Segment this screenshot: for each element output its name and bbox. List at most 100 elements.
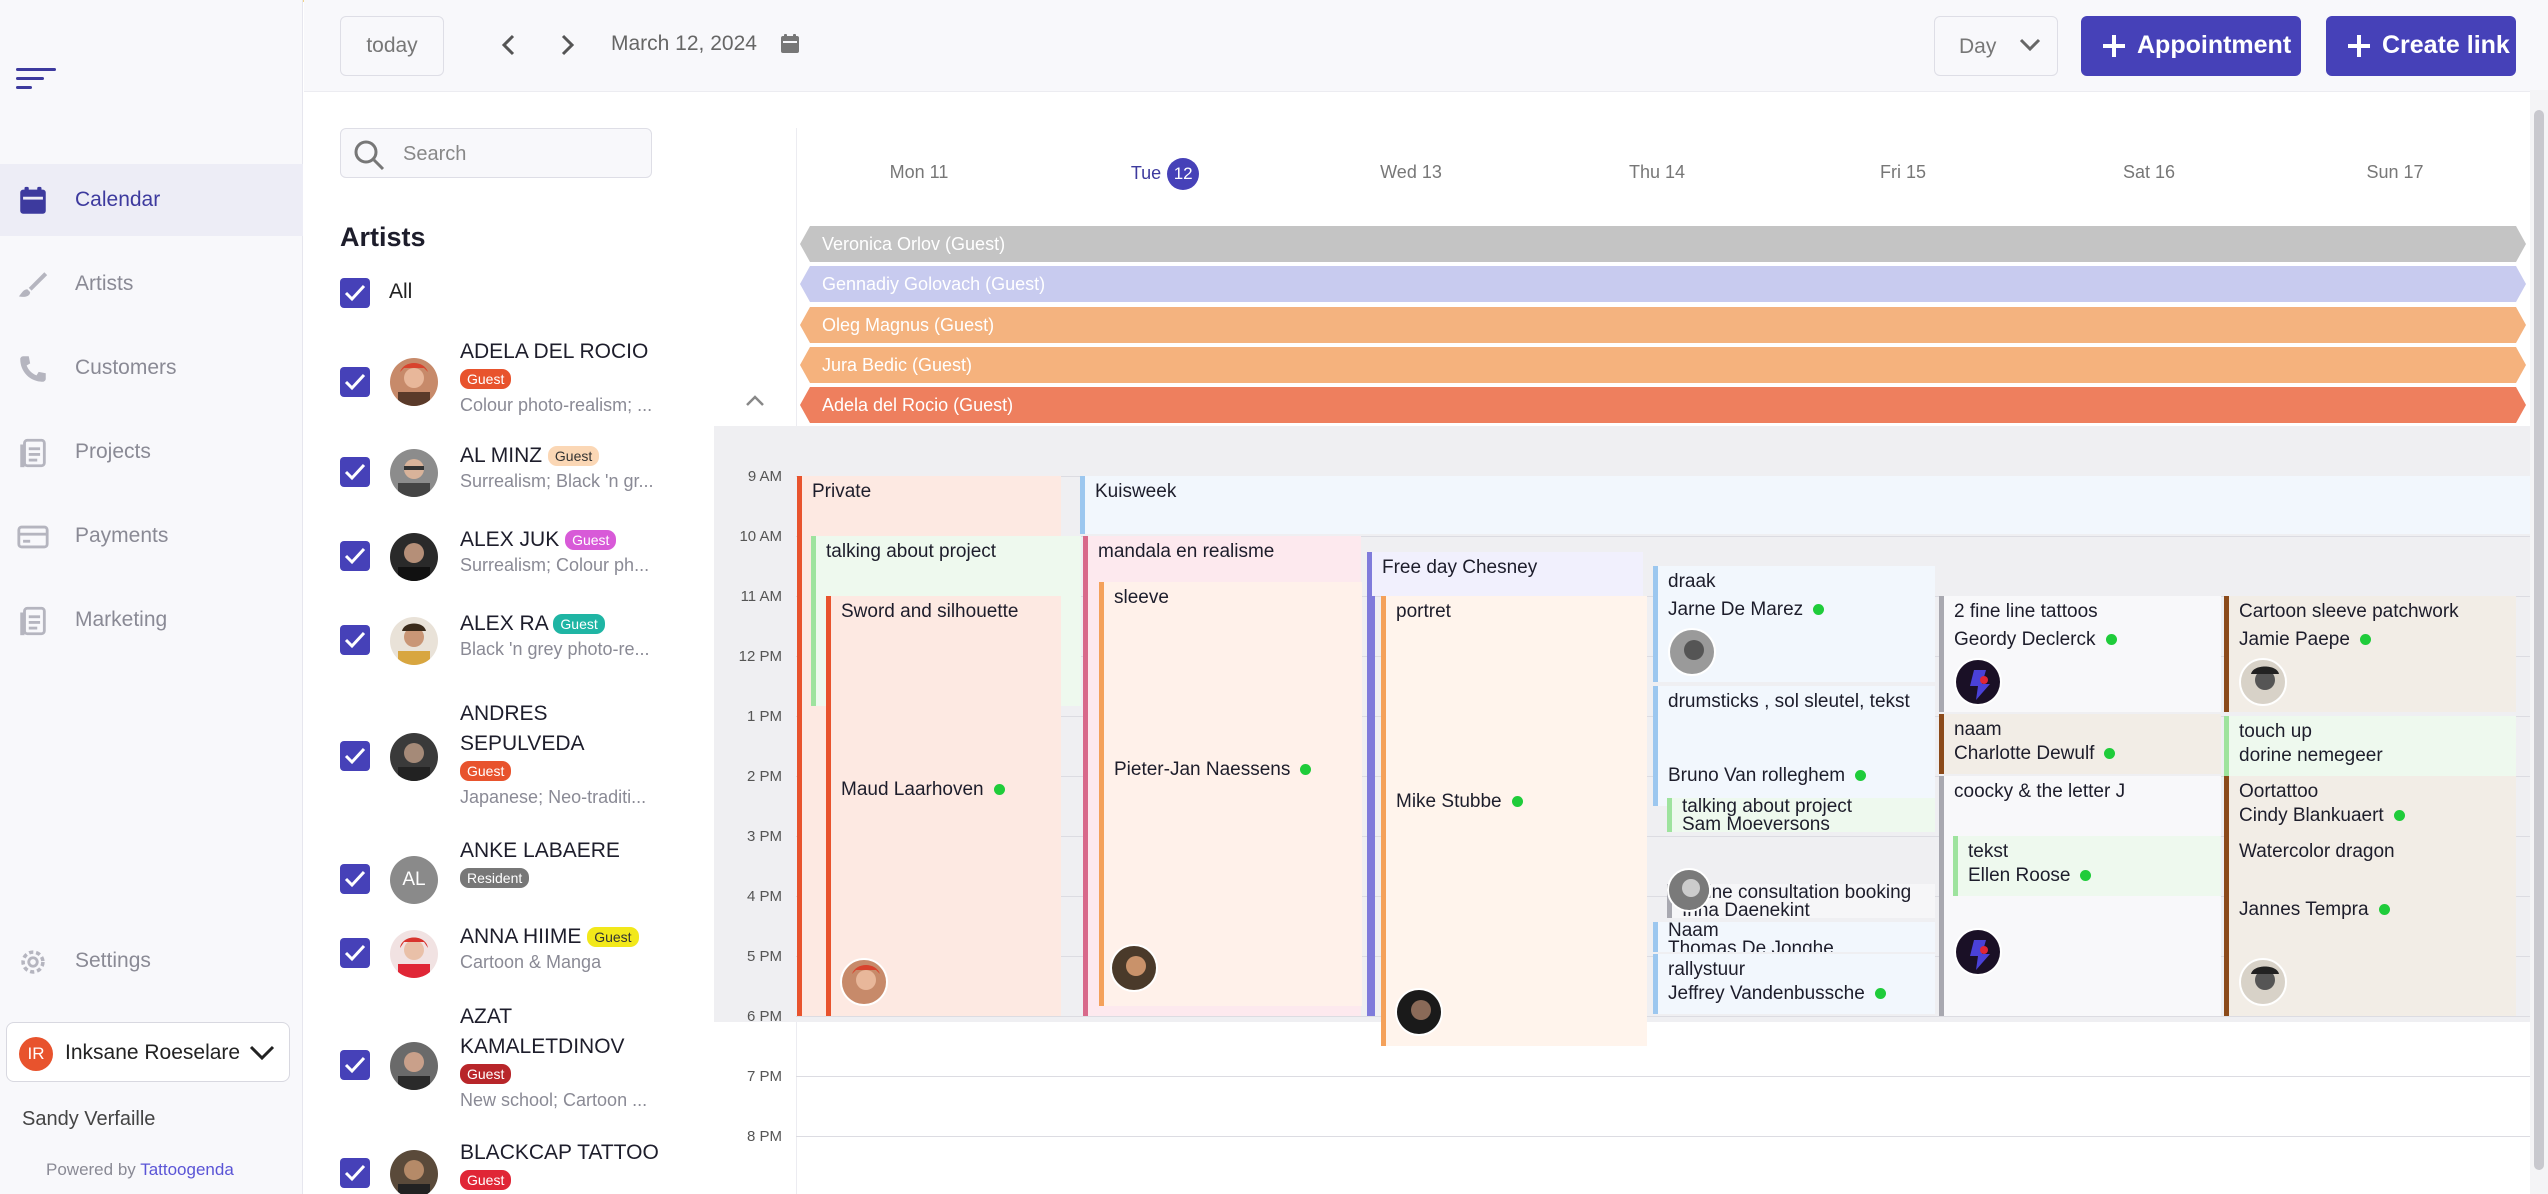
all-day-event[interactable]: Jura Bedic (Guest) bbox=[800, 347, 2526, 383]
sidebar-item-artists[interactable]: Artists bbox=[0, 248, 303, 320]
time-label: 6 PM bbox=[746, 1008, 782, 1025]
artist-checkbox[interactable] bbox=[340, 1158, 370, 1188]
all-day-event[interactable]: Adela del Rocio (Guest) bbox=[800, 387, 2526, 423]
chevron-right-icon[interactable] bbox=[552, 30, 582, 60]
sidebar-item-calendar[interactable]: Calendar bbox=[0, 164, 303, 236]
chevron-down-icon bbox=[249, 1045, 275, 1061]
event-oortattoo[interactable]: Oortattoo Cindy Blankuaert bbox=[2224, 776, 2516, 836]
sidebar-item-label: Calendar bbox=[75, 188, 161, 211]
search-input[interactable] bbox=[403, 139, 633, 169]
view-select[interactable]: Day bbox=[1934, 16, 2058, 76]
event-coocky[interactable]: coocky & the letter J bbox=[1939, 776, 2221, 1016]
artist-name: ADELA DEL ROCIO bbox=[460, 340, 649, 363]
day-header[interactable]: Sun 17 bbox=[2272, 162, 2518, 183]
artist-name: ALEX JUK Guest bbox=[460, 525, 617, 554]
event-talking-about-project[interactable]: talking about project Sam Moeversons bbox=[1667, 798, 1935, 832]
artist-filter-panel: Artists All ADELA DEL ROCIO Guest Colour… bbox=[304, 92, 714, 1194]
sidebar-item-customers[interactable]: Customers bbox=[0, 332, 303, 404]
status-dot bbox=[1511, 796, 1523, 808]
artist-checkbox[interactable] bbox=[340, 938, 370, 968]
all-label: All bbox=[389, 280, 413, 303]
studio-avatar: IR bbox=[19, 1037, 53, 1071]
studio-select[interactable]: IR Inksane Roeselare bbox=[6, 1022, 290, 1082]
status-dot bbox=[2080, 870, 2092, 882]
brand-link[interactable]: Tattoogenda bbox=[140, 1160, 234, 1179]
day-header[interactable]: Mon 11 bbox=[796, 162, 1042, 183]
sidebar-item-payments[interactable]: Payments bbox=[0, 500, 303, 572]
week-calendar: Mon 11 Tue 12 Wed 13 Thu 14 Fri 15 Sat 16… bbox=[714, 92, 2548, 1194]
checkbox-all[interactable] bbox=[340, 278, 370, 308]
avatar bbox=[1667, 868, 1711, 912]
current-date[interactable]: March 12, 2024 bbox=[611, 32, 757, 56]
artist-name: SEPULVEDA bbox=[460, 732, 585, 755]
create-link-button[interactable]: Create link bbox=[2326, 16, 2516, 76]
event-kuisweek[interactable]: Kuisweek bbox=[1080, 476, 2546, 534]
avatar bbox=[1954, 658, 2002, 706]
all-day-event[interactable]: Veronica Orlov (Guest) bbox=[800, 226, 2526, 262]
avatar bbox=[390, 533, 438, 581]
artist-badge: Guest bbox=[460, 1170, 512, 1190]
top-toolbar: today March 12, 2024 Day Appointment Cre… bbox=[304, 0, 2548, 92]
day-header[interactable]: Wed 13 bbox=[1288, 162, 1534, 183]
artist-name: ANDRES bbox=[460, 702, 548, 725]
status-dot bbox=[1874, 988, 1886, 1000]
card-icon bbox=[17, 525, 49, 549]
avatar bbox=[2239, 958, 2287, 1006]
avatar: AL bbox=[390, 856, 438, 904]
day-header[interactable]: Sat 16 bbox=[2026, 162, 2272, 183]
calendar-picker-icon[interactable] bbox=[778, 32, 802, 56]
event-sword-and-silhouette[interactable]: Sword and silhouette Maud Laarhoven bbox=[826, 596, 1061, 1016]
menu-toggle-icon[interactable] bbox=[16, 68, 56, 92]
event-free-day[interactable]: Free day Chesney bbox=[1367, 552, 1643, 596]
event-rallystuur[interactable]: rallystuur Jeffrey Vandenbussche bbox=[1653, 954, 1935, 1014]
artist-checkbox[interactable] bbox=[340, 625, 370, 655]
artist-name: ANNA HIIME Guest bbox=[460, 922, 639, 951]
artist-checkbox[interactable] bbox=[340, 367, 370, 397]
check-icon bbox=[344, 1164, 366, 1182]
phone-icon bbox=[20, 356, 46, 382]
artist-badge: Guest bbox=[460, 761, 512, 781]
collapse-all-day-icon[interactable] bbox=[744, 394, 766, 408]
avatar bbox=[1110, 944, 1158, 992]
scrollbar-thumb[interactable] bbox=[2534, 110, 2544, 1170]
artist-checkbox[interactable] bbox=[340, 741, 370, 771]
event-drumsticks[interactable]: drumsticks , sol sleutel, tekst Bruno Va… bbox=[1653, 686, 1935, 806]
day-header-today[interactable]: Tue 12 bbox=[1042, 158, 1288, 190]
chevron-left-icon[interactable] bbox=[494, 30, 524, 60]
artist-checkbox[interactable] bbox=[340, 864, 370, 894]
status-dot bbox=[993, 784, 1005, 796]
artist-checkbox[interactable] bbox=[340, 1050, 370, 1080]
event-portret[interactable]: portret Mike Stubbe bbox=[1381, 596, 1647, 1046]
event-sleeve[interactable]: sleeve Pieter-Jan Naessens bbox=[1099, 582, 1362, 1006]
artist-styles: Black 'n grey photo-re... bbox=[460, 639, 650, 659]
check-icon bbox=[344, 463, 366, 481]
event-tekst[interactable]: tekst Ellen Roose bbox=[1953, 836, 2221, 896]
powered-by: Powered by Tattoogenda bbox=[46, 1160, 234, 1179]
view-select-value: Day bbox=[1959, 35, 1997, 58]
day-header[interactable]: Fri 15 bbox=[1780, 162, 2026, 183]
artist-badge: Guest bbox=[587, 927, 639, 948]
chevron-down-icon bbox=[2019, 38, 2041, 52]
event-touch-up[interactable]: touch up dorine nemegeer bbox=[2224, 716, 2516, 776]
day-header[interactable]: Thu 14 bbox=[1534, 162, 1780, 183]
all-day-event[interactable]: Gennadiy Golovach (Guest) bbox=[800, 266, 2526, 302]
page-scrollbar[interactable] bbox=[2530, 90, 2548, 1194]
event-naam[interactable]: Naam Thomas De Jonghe bbox=[1653, 922, 1935, 952]
all-day-event[interactable]: Oleg Magnus (Guest) bbox=[800, 307, 2526, 343]
today-button[interactable]: today bbox=[340, 16, 444, 76]
check-icon bbox=[344, 1056, 366, 1074]
sidebar-item-projects[interactable]: Projects bbox=[0, 416, 303, 488]
artist-checkbox[interactable] bbox=[340, 457, 370, 487]
event-naam[interactable]: naam Charlotte Dewulf bbox=[1939, 714, 2221, 774]
sidebar-item-settings[interactable]: Settings bbox=[0, 925, 303, 997]
artist-badge: Guest bbox=[553, 614, 605, 635]
artist-name: KAMALETDINOV bbox=[460, 1035, 625, 1058]
brush-icon bbox=[18, 272, 48, 297]
artist-name: BLACKCAP TATTOO bbox=[460, 1141, 659, 1164]
user-name: Sandy Verfaille bbox=[22, 1108, 156, 1130]
artist-search[interactable] bbox=[340, 128, 652, 178]
status-dot bbox=[1855, 770, 1867, 782]
add-appointment-button[interactable]: Appointment bbox=[2081, 16, 2301, 76]
sidebar-item-marketing[interactable]: Marketing bbox=[0, 584, 303, 656]
artist-checkbox[interactable] bbox=[340, 541, 370, 571]
